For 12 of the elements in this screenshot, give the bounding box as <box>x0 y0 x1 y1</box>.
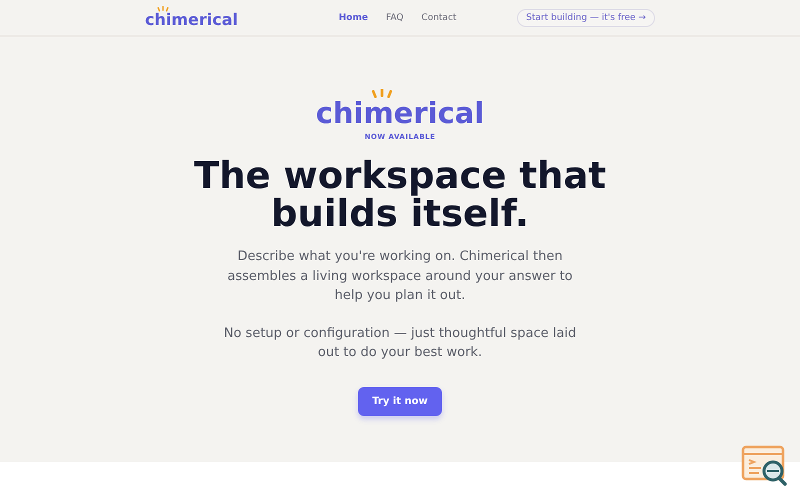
sparks-icon <box>157 6 169 12</box>
nav-link[interactable]: Contact <box>421 12 456 22</box>
logo-text: chimerical <box>145 12 238 27</box>
start-building-button[interactable]: Start building — it's free → <box>517 8 655 26</box>
sparks-icon <box>370 89 393 98</box>
headline: The workspace that builds itself. <box>192 157 608 233</box>
nav-link[interactable]: Home <box>338 12 368 22</box>
paragraph: Describe what you're working on. Chimerical then assembles a living workspace around your answer to help you plan it out. <box>226 248 574 305</box>
paragraph: No setup or configuration — just thoughtful space laid out to do your best work. <box>222 324 578 362</box>
nav-link[interactable]: FAQ <box>386 12 404 22</box>
logo-text: chimerical <box>316 99 484 127</box>
try-it-now-button[interactable]: Try it now <box>358 386 442 416</box>
